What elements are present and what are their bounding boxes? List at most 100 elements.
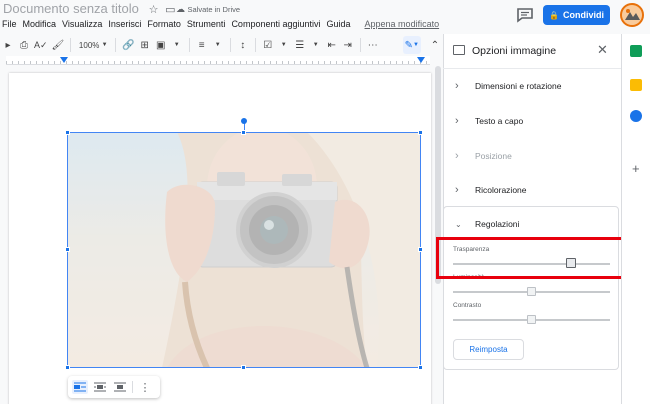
chevron-down-icon[interactable]: ▼ <box>210 36 226 54</box>
sheets-app-icon[interactable] <box>630 45 642 57</box>
add-app-icon[interactable]: + <box>632 161 640 176</box>
toolbar-divider <box>70 38 72 52</box>
print-icon[interactable]: ⎙ <box>16 36 32 54</box>
menu-addons[interactable]: Componenti aggiuntivi <box>231 19 320 29</box>
bulleted-list-icon[interactable]: ☰ <box>292 36 308 54</box>
lock-icon: 🔒 <box>549 10 559 20</box>
right-indent-marker[interactable] <box>417 57 425 63</box>
annotation-highlight-box <box>436 237 624 279</box>
toolbar-divider <box>115 38 117 52</box>
resize-handle-bottom[interactable] <box>241 365 246 370</box>
panel-title: Opzioni immagine <box>472 45 557 57</box>
add-comment-icon[interactable]: ⊞ <box>137 36 153 54</box>
section-text-wrap[interactable]: › Testo a capo <box>455 115 523 127</box>
section-label: Ricolorazione <box>475 185 527 195</box>
left-indent-marker[interactable] <box>60 57 68 63</box>
spellcheck-icon[interactable]: A✓ <box>32 36 50 54</box>
folder-move-icon[interactable]: ▭ <box>162 4 175 16</box>
chevron-down-icon: ⌄ <box>455 219 462 229</box>
resize-handle-top-left[interactable] <box>65 130 70 135</box>
zoom-select[interactable]: 100% ▼ <box>75 36 111 54</box>
avatar[interactable] <box>620 3 644 27</box>
section-size-rotation[interactable]: › Dimensioni e rotazione <box>455 80 561 92</box>
comment-icon[interactable] <box>516 7 534 23</box>
avatar-logo <box>622 5 642 25</box>
save-status: ☁ Salvate in Drive <box>176 4 240 15</box>
menu-edit[interactable]: Modifica <box>23 19 57 29</box>
wrap-text-icon[interactable] <box>92 380 108 394</box>
break-text-icon[interactable] <box>112 380 128 394</box>
chevron-down-icon: ▼ <box>101 42 108 48</box>
menu-tools[interactable]: Strumenti <box>187 19 226 29</box>
star-icon[interactable]: ☆ <box>142 4 159 16</box>
chevron-down-icon[interactable]: ▼ <box>276 36 292 54</box>
keep-app-icon[interactable] <box>630 79 642 91</box>
panel-divider <box>443 68 621 69</box>
toolbar-divider <box>359 38 361 52</box>
reset-button[interactable]: Reimposta <box>453 339 524 360</box>
toolbar-divider <box>254 38 256 52</box>
resize-handle-bottom-right[interactable] <box>418 365 423 370</box>
menu-format[interactable]: Formato <box>147 19 181 29</box>
paint-format-icon[interactable]: 🖌 <box>50 36 67 54</box>
chevron-right-icon: › <box>455 115 459 127</box>
cloud-icon: ☁ <box>176 4 188 14</box>
close-icon[interactable]: ✕ <box>597 42 608 58</box>
line-spacing-icon[interactable]: ↕ <box>235 36 251 54</box>
ruler-ticks <box>6 61 430 64</box>
checklist-icon[interactable]: ☑ <box>260 36 276 54</box>
image-selection-border <box>67 132 421 368</box>
chevron-down-icon: ▼ <box>413 42 419 48</box>
share-button[interactable]: 🔒 Condividi <box>543 5 610 25</box>
collapse-toolbar-icon[interactable]: ⌃ <box>427 36 443 54</box>
menu-file[interactable]: File <box>2 19 17 29</box>
chevron-down-icon[interactable]: ▼ <box>308 36 324 54</box>
inline-wrap-icon[interactable] <box>72 380 88 394</box>
insert-image-icon[interactable]: ▣ <box>153 36 169 54</box>
section-label: Posizione <box>475 151 512 161</box>
editing-mode-icon[interactable]: ✎ ▼ <box>402 36 421 54</box>
zoom-value: 100% <box>78 40 100 50</box>
resize-handle-bottom-left[interactable] <box>65 365 70 370</box>
contrast-slider-thumb[interactable] <box>527 315 536 324</box>
undo-icon[interactable]: ▸ <box>0 36 16 54</box>
share-button-label: Condividi <box>562 10 604 20</box>
chevron-right-icon: › <box>455 184 459 196</box>
last-edit-link[interactable]: Appena modificato <box>365 19 440 29</box>
menu-insert[interactable]: Inserisci <box>108 19 141 29</box>
toolbar: ▸ ⎙ A✓ 🖌 100% ▼ 🔗 ⊞ ▣ ▼ ≡ ▼ ↕ ☑ ▼ ☰ ▼ ⇤ … <box>0 34 443 56</box>
document-title[interactable]: Documento senza titolo ☆ ▭ <box>3 1 176 16</box>
resize-handle-right[interactable] <box>418 247 423 252</box>
toolbar-divider <box>132 381 133 393</box>
more-options-icon[interactable]: ⋯ <box>365 36 381 54</box>
rotate-handle[interactable] <box>241 118 247 124</box>
align-left-icon[interactable]: ≡ <box>194 36 210 54</box>
menu-view[interactable]: Visualizza <box>62 19 102 29</box>
save-status-text: Salvate in Drive <box>187 5 241 14</box>
increase-indent-icon[interactable]: ⇥ <box>340 36 356 54</box>
menu-help[interactable]: Guida <box>327 19 351 29</box>
link-icon[interactable]: 🔗 <box>120 36 136 54</box>
contrast-label: Contrasto <box>453 302 482 309</box>
section-label: Testo a capo <box>475 116 524 126</box>
brightness-slider-thumb[interactable] <box>527 287 536 296</box>
section-adjustments[interactable]: ⌄ Regolazioni <box>455 219 519 229</box>
image-icon <box>453 45 465 55</box>
section-label: Regolazioni <box>475 219 520 229</box>
section-recolor[interactable]: › Ricolorazione <box>455 184 527 196</box>
decrease-indent-icon[interactable]: ⇤ <box>324 36 340 54</box>
resize-handle-left[interactable] <box>65 247 70 252</box>
toolbar-divider <box>188 38 190 52</box>
more-vert-icon[interactable]: ⋮ <box>137 380 153 394</box>
document-title-text[interactable]: Documento senza titolo <box>3 1 139 16</box>
image-floating-toolbar: ⋮ <box>68 376 160 398</box>
resize-handle-top[interactable] <box>241 130 246 135</box>
chevron-right-icon: › <box>455 80 459 92</box>
section-label: Dimensioni e rotazione <box>475 81 562 91</box>
chevron-down-icon[interactable]: ▼ <box>169 36 185 54</box>
resize-handle-top-right[interactable] <box>418 130 423 135</box>
toolbar-divider <box>229 38 231 52</box>
tasks-app-icon[interactable] <box>630 110 642 122</box>
menu-bar: File Modifica Visualizza Inserisci Forma… <box>2 19 439 29</box>
chevron-right-icon: › <box>455 150 459 162</box>
